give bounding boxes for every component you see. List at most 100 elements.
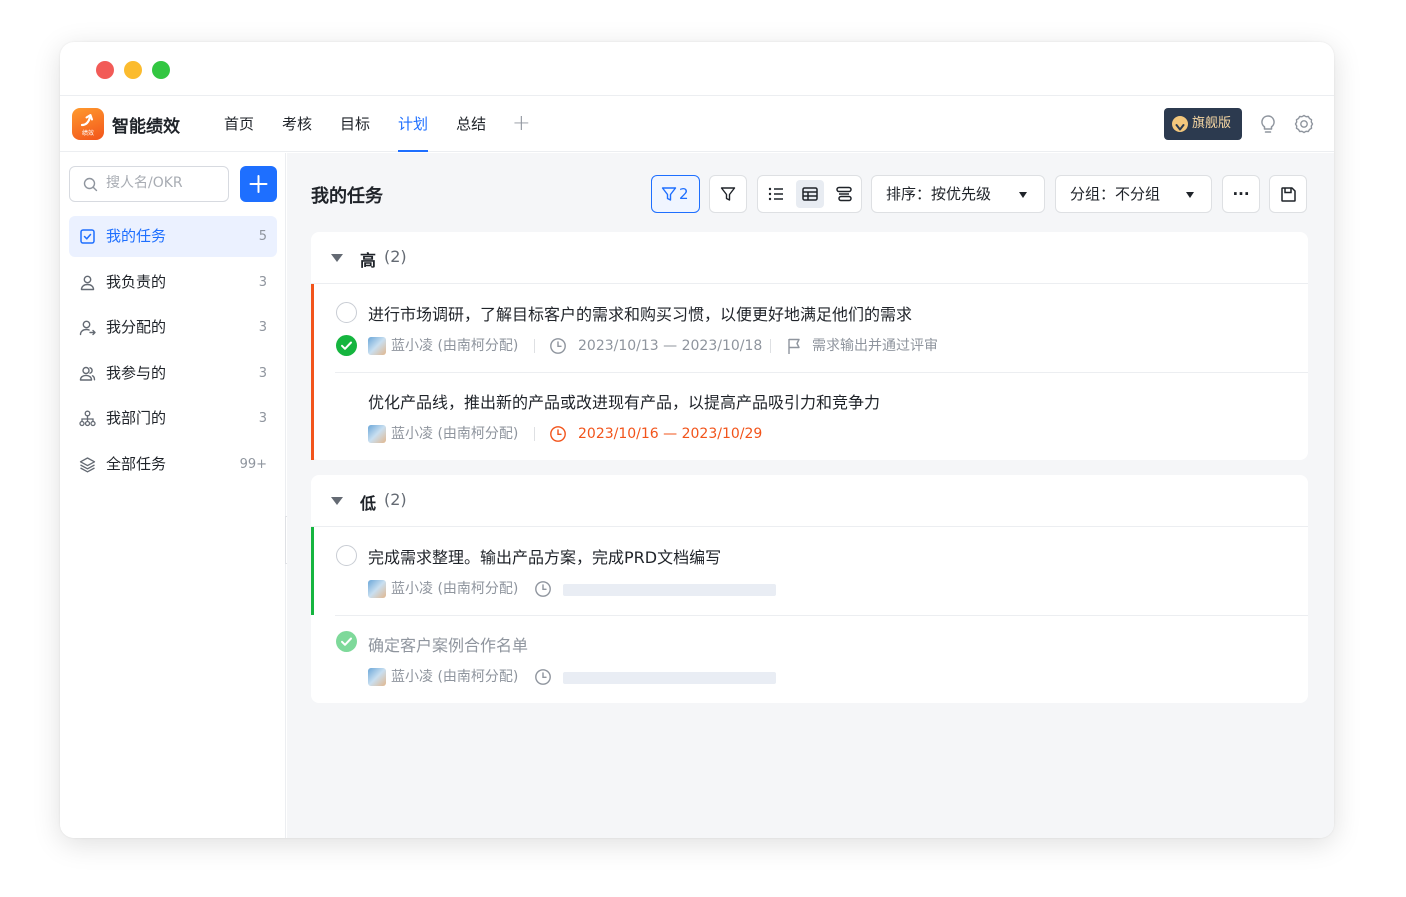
tab-summary[interactable]: 总结 — [446, 96, 496, 152]
task-list: 完成需求整理。输出产品方案，完成PRD文档编写 蓝小凌 (由南柯分配) 确定客户… — [311, 527, 1308, 703]
sidebar: 我的任务 5 我负责的 3 我分配的 3 我参与的 3 我部门的 3 — [60, 153, 286, 838]
clock-icon — [535, 581, 551, 597]
group-header[interactable]: 高 (2) — [311, 232, 1308, 284]
vip-label: 旗舰版 — [1192, 116, 1232, 131]
more-button[interactable]: ··· — [1222, 175, 1260, 213]
sidebar-item-count: 3 — [258, 274, 267, 290]
close-window-button[interactable] — [96, 61, 114, 79]
date-range-overdue: 2023/10/16 — 2023/10/29 — [578, 426, 763, 442]
sidebar-item-label: 我参与的 — [106, 363, 167, 382]
task-list: 进行市场调研，了解目标客户的需求和购买习惯，以便更好地满足他们的需求 蓝小凌 (… — [311, 284, 1308, 460]
user-icon — [80, 275, 95, 290]
tab-goals[interactable]: 目标 — [330, 96, 380, 152]
lightbulb-icon[interactable] — [1257, 113, 1279, 135]
task-row[interactable]: 优化产品线，推出新的产品或改进现有产品，以提高产品吸引力和竞争力 蓝小凌 (由南… — [311, 372, 1308, 460]
active-filter-button[interactable]: 2 — [651, 175, 700, 213]
table-view-icon[interactable] — [801, 185, 819, 203]
sidebar-item-count: 99+ — [239, 456, 267, 472]
task-title[interactable]: 确定客户案例合作名单 — [368, 632, 528, 656]
task-title[interactable]: 完成需求整理。输出产品方案，完成PRD文档编写 — [368, 544, 721, 568]
group-header[interactable]: 低 (2) — [311, 475, 1308, 527]
funnel-icon — [720, 187, 736, 201]
collapse-caret-icon[interactable] — [331, 497, 343, 505]
clock-icon — [535, 669, 551, 685]
list-view-icon[interactable] — [767, 185, 785, 203]
divider — [534, 427, 535, 441]
add-task-button[interactable] — [240, 166, 277, 202]
avatar — [368, 580, 386, 598]
search-box[interactable] — [69, 166, 229, 202]
search-input[interactable] — [106, 175, 224, 191]
filter-button[interactable] — [709, 175, 747, 213]
users-icon — [79, 366, 96, 381]
date-placeholder[interactable] — [563, 584, 776, 596]
filter-icon — [661, 187, 677, 201]
checkbox-icon — [80, 229, 95, 244]
main-content: 我的任务 2 排序：按优先级 分组：不分组 ··· 高 (2) 进行市场调研，了… — [287, 153, 1334, 838]
assignee: 蓝小凌 (由南柯分配) — [391, 338, 519, 354]
tab-plan[interactable]: 计划 — [388, 96, 438, 152]
sidebar-item-count: 3 — [258, 320, 267, 335]
gantt-view-icon[interactable] — [835, 185, 853, 203]
logo-text: 绩效 — [81, 130, 94, 137]
caret-down-icon — [1186, 192, 1194, 198]
sidebar-item-label: 我负责的 — [106, 272, 167, 291]
sidebar-list: 我的任务 5 我负责的 3 我分配的 3 我参与的 3 我部门的 3 全部任务 … — [69, 216, 277, 489]
group-name: 低 — [360, 494, 377, 513]
sort-dropdown[interactable]: 排序：按优先级 — [871, 175, 1045, 213]
check-circle-icon[interactable] — [336, 631, 357, 652]
collapse-caret-icon[interactable] — [331, 254, 343, 262]
v-badge-icon — [1172, 116, 1188, 132]
sidebar-item-all[interactable]: 全部任务 99+ — [69, 444, 277, 485]
view-switcher — [757, 175, 862, 213]
priority-group-high: 高 (2) 进行市场调研，了解目标客户的需求和购买习惯，以便更好地满足他们的需求… — [311, 232, 1308, 460]
tab-home[interactable]: 首页 — [214, 96, 264, 152]
group-count: (2) — [384, 490, 407, 509]
sidebar-item-participating[interactable]: 我参与的 3 — [69, 353, 277, 394]
app-logo: 绩效 — [72, 108, 104, 140]
tab-assessment[interactable]: 考核 — [272, 96, 322, 152]
milestone: 需求输出并通过评审 — [812, 338, 938, 354]
page-title: 我的任务 — [311, 186, 383, 207]
sidebar-item-count: 3 — [258, 365, 267, 381]
sidebar-item-my-tasks[interactable]: 我的任务 5 — [69, 216, 277, 257]
top-navigation: 绩效 智能绩效 首页 考核 目标 计划 总结 + 旗舰版 — [60, 96, 1334, 152]
avatar — [368, 337, 386, 355]
task-row[interactable]: 完成需求整理。输出产品方案，完成PRD文档编写 蓝小凌 (由南柯分配) — [311, 527, 1308, 615]
title-bar — [60, 42, 1334, 96]
minimize-window-button[interactable] — [124, 61, 142, 79]
assignee: 蓝小凌 (由南柯分配) — [391, 581, 519, 597]
nav-tabs: 首页 考核 目标 计划 总结 + — [214, 96, 539, 152]
sidebar-item-label: 我的任务 — [106, 227, 167, 245]
date-placeholder[interactable] — [563, 672, 776, 684]
sidebar-item-department[interactable]: 我部门的 3 — [69, 398, 277, 439]
add-tab-button[interactable]: + — [504, 96, 538, 152]
plus-icon — [249, 175, 268, 193]
sidebar-item-label: 全部任务 — [106, 454, 167, 473]
org-icon — [79, 410, 96, 427]
group-name: 高 — [360, 251, 377, 270]
task-complete-checkbox[interactable] — [336, 302, 357, 323]
app-window: 绩效 智能绩效 首页 考核 目标 计划 总结 + 旗舰版 搜人名/OKR 我的任… — [60, 42, 1334, 838]
avatar — [368, 425, 386, 443]
sidebar-item-count: 5 — [258, 229, 267, 244]
task-row[interactable]: 进行市场调研，了解目标客户的需求和购买习惯，以便更好地满足他们的需求 蓝小凌 (… — [311, 284, 1308, 372]
avatar — [368, 668, 386, 686]
task-row[interactable]: 确定客户案例合作名单 蓝小凌 (由南柯分配) — [311, 615, 1308, 703]
sidebar-item-assigned[interactable]: 我分配的 3 — [69, 307, 277, 348]
task-complete-checkbox[interactable] — [336, 545, 357, 566]
date-range: 2023/10/13 — 2023/10/18 — [578, 338, 763, 354]
clock-icon — [550, 338, 566, 354]
save-view-button[interactable] — [1269, 175, 1307, 213]
vip-badge-button[interactable]: 旗舰版 — [1164, 108, 1242, 140]
sidebar-item-responsible[interactable]: 我负责的 3 — [69, 262, 277, 303]
task-title[interactable]: 进行市场调研，了解目标客户的需求和购买习惯，以便更好地满足他们的需求 — [368, 301, 912, 325]
gear-icon[interactable] — [1293, 113, 1315, 135]
group-dropdown[interactable]: 分组：不分组 — [1055, 175, 1212, 213]
maximize-window-button[interactable] — [152, 61, 170, 79]
search-icon — [83, 177, 98, 192]
check-circle-icon[interactable] — [336, 335, 357, 356]
task-title[interactable]: 优化产品线，推出新的产品或改进现有产品，以提高产品吸引力和竞争力 — [368, 389, 880, 413]
priority-group-low: 低 (2) 完成需求整理。输出产品方案，完成PRD文档编写 蓝小凌 (由南柯分配… — [311, 475, 1308, 703]
group-count: (2) — [384, 247, 407, 266]
